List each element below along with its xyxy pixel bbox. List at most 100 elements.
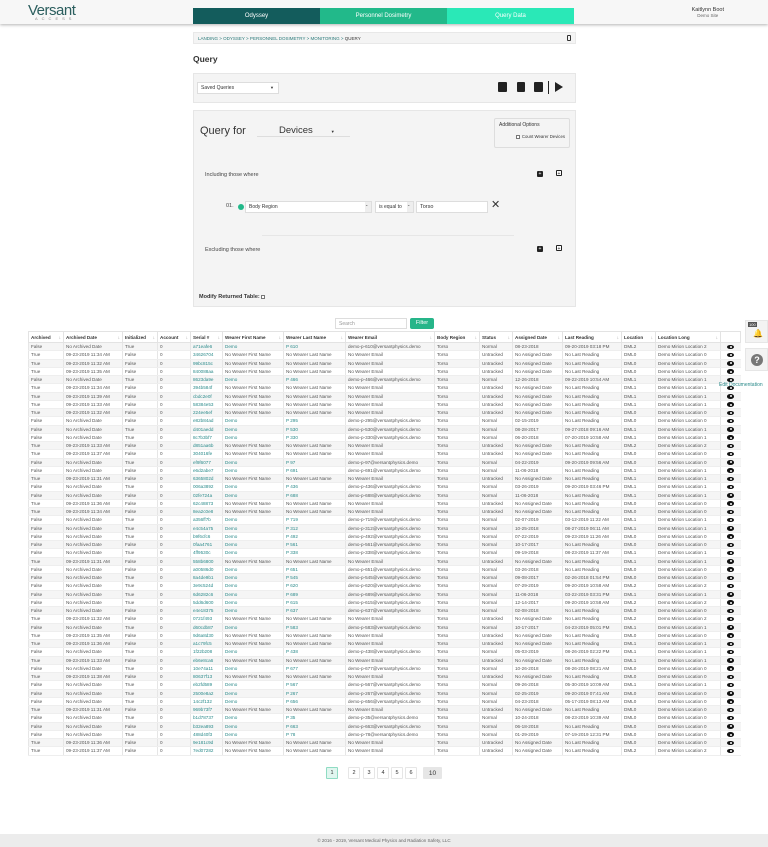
table-row[interactable]: False No Archived Date True 0 ef9f6077 Demo P …	[28, 458, 741, 467]
column-header[interactable]: Wearer First Name ↓	[222, 331, 284, 343]
page-10-button[interactable]: 10	[423, 767, 442, 779]
notifications-button[interactable]: 100 🔔	[745, 320, 768, 343]
cell-wearer-last-name[interactable]: P 651	[283, 565, 346, 575]
page-1-button[interactable]: 1	[326, 767, 338, 779]
cell-serial[interactable]: b32ea893	[190, 722, 223, 731]
cell-serial[interactable]: 99bc815c	[190, 359, 223, 368]
cell-serial[interactable]: e4c54a75	[190, 524, 223, 533]
versant-logo[interactable]: Versant ACCESS	[28, 2, 76, 21]
cell-wearer-first-name[interactable]: Demo	[222, 573, 284, 583]
cell-wearer-first-name[interactable]: Demo	[222, 647, 284, 657]
cell-serial[interactable]: 488d40f3	[190, 730, 223, 740]
cell-serial[interactable]: 8c7b3bf7	[190, 433, 223, 443]
page-2-button[interactable]: 2	[348, 767, 360, 779]
add-group-icon[interactable]: +	[556, 170, 562, 177]
table-row[interactable]: False No Archived Date False 0 e82b84ad Demo P…	[28, 416, 741, 426]
table-row[interactable]: True 09-23-2019 11:32 AM False 0 99bc815c No …	[28, 359, 741, 368]
table-row[interactable]: True 09-23-2019 11:39 AM False 0 cbdc2e0f No …	[28, 392, 741, 401]
table-row[interactable]: False No Archived Date True 0 d60cdb87 Demo P …	[28, 623, 741, 632]
save-icon[interactable]	[498, 82, 507, 92]
cell-wearer-last-name[interactable]: P 35	[283, 713, 346, 723]
cell-serial[interactable]: 62c48873	[190, 499, 223, 509]
cell-serial[interactable]: e6d2abe7	[190, 466, 223, 476]
eye-icon[interactable]	[727, 468, 735, 473]
cell-wearer-last-name[interactable]: P 438	[283, 647, 346, 657]
cell-wearer-last-name[interactable]: P 620	[283, 581, 346, 591]
eye-icon[interactable]	[727, 658, 735, 663]
cell-serial[interactable]: 02fe724a	[190, 491, 223, 500]
column-header[interactable]: Wearer Last Name ↓	[283, 331, 346, 343]
cell-wearer-first-name[interactable]: Demo	[222, 581, 284, 591]
condition-field-select[interactable]: Body Region ⌄	[245, 201, 372, 213]
cell-wearer-last-name[interactable]: P 688	[283, 491, 346, 500]
table-row[interactable]: True 09-23-2019 11:36 AM False 0 a1c79fc5 No …	[28, 639, 741, 649]
table-row[interactable]: True 09-23-2019 11:32 AM False 0 0721f493 No …	[28, 614, 741, 624]
cell-wearer-first-name[interactable]: Demo	[222, 697, 284, 707]
table-row[interactable]: False No Archived Date True 0 6d6282c6 Demo P …	[28, 590, 741, 599]
cell-wearer-last-name[interactable]: P 663	[283, 722, 346, 731]
cell-serial[interactable]: a356ff7b	[190, 515, 223, 525]
eye-icon[interactable]	[727, 592, 735, 597]
table-row[interactable]: True 09-23-2019 11:35 AM False 0 840088aa No …	[28, 367, 741, 377]
table-row[interactable]: True 09-23-2019 11:36 AM False 0 62c48873 No …	[28, 499, 741, 509]
cell-wearer-first-name[interactable]: Demo	[222, 548, 284, 558]
breadcrumb-path[interactable]: LANDING > ODYSSEY > PERSONNEL DOSIMETRY …	[198, 36, 345, 41]
cell-serial[interactable]: a00586d0	[190, 565, 223, 575]
eye-icon[interactable]	[727, 699, 735, 704]
cell-serial[interactable]: 9e181c9d	[190, 738, 223, 748]
column-header[interactable]: Account ↓	[157, 331, 191, 343]
eye-icon[interactable]	[727, 451, 735, 457]
cell-serial[interactable]: 0faa4761	[190, 540, 223, 550]
eye-icon[interactable]	[727, 460, 735, 465]
cell-serial[interactable]: 7ed07282	[190, 746, 223, 756]
column-header[interactable]	[720, 331, 741, 343]
play-icon[interactable]	[555, 82, 563, 92]
eye-icon[interactable]	[727, 493, 735, 498]
column-header[interactable]: Body Region ↓	[434, 331, 480, 343]
cell-serial[interactable]: a71eafe6	[190, 342, 223, 352]
table-row[interactable]: True 09-23-2019 11:33 AM False 0 d851aa6b No …	[28, 441, 741, 451]
entity-select[interactable]: Devices ▼	[257, 125, 350, 137]
cell-serial[interactable]: b9f6cfc6	[190, 532, 223, 542]
cell-wearer-first-name[interactable]: Demo	[222, 532, 284, 542]
cell-wearer-first-name[interactable]: Demo	[222, 540, 284, 550]
eye-icon[interactable]	[727, 715, 735, 721]
cell-serial[interactable]: d401aedd	[190, 425, 223, 434]
sort-icon[interactable]: ↓	[716, 335, 718, 340]
cell-serial[interactable]: 3e9c524d	[190, 581, 223, 591]
table-row[interactable]: False No Archived Date False 0 02fe724a Demo P…	[28, 491, 741, 500]
page-5-button[interactable]: 5	[391, 767, 403, 779]
column-header[interactable]: Status ↓	[479, 331, 513, 343]
sort-icon[interactable]: ↓	[153, 335, 155, 340]
page-4-button[interactable]: 4	[377, 767, 389, 779]
table-row[interactable]: True 09-23-2019 11:33 AM False 0 eb6e8ca6 No …	[28, 656, 741, 665]
table-row[interactable]: False No Archived Date False 0 e6d2abe7 Demo P…	[28, 466, 741, 476]
table-row[interactable]: True 09-23-2019 11:34 AM False 0 34626704 No …	[28, 350, 741, 360]
table-row[interactable]: True 09-23-2019 11:33 AM False 0 58384e53 No …	[28, 400, 741, 410]
nav-odyssey[interactable]: Odyssey	[193, 8, 320, 24]
search-input[interactable]: Search	[335, 318, 407, 329]
table-row[interactable]: False No Archived Date False 0 b32ea893 Demo P…	[28, 722, 741, 731]
trash-icon[interactable]	[517, 82, 525, 92]
eye-icon[interactable]	[727, 369, 735, 374]
cell-serial[interactable]: 8ea2c0e8	[190, 507, 223, 517]
table-row[interactable]: True 09-23-2019 11:32 AM False 0 224ee5ef No …	[28, 408, 741, 418]
cell-serial[interactable]: 558b6800	[190, 557, 223, 566]
sort-icon[interactable]: ↓	[279, 335, 281, 340]
cell-wearer-last-name[interactable]: P 567	[283, 680, 346, 690]
eye-icon[interactable]	[727, 600, 735, 605]
cell-serial[interactable]: 304016fe	[190, 449, 223, 459]
eye-icon[interactable]	[727, 641, 735, 647]
table-row[interactable]: False No Archived Date True 0 d401aedd Demo P …	[28, 425, 741, 434]
eye-icon[interactable]	[727, 352, 735, 358]
eye-icon[interactable]	[727, 608, 735, 614]
cell-serial[interactable]: 8a4de9b1	[190, 573, 223, 583]
cell-wearer-first-name[interactable]: Demo	[222, 482, 284, 492]
cell-wearer-first-name[interactable]: Demo	[222, 375, 284, 385]
table-row[interactable]: False No Archived Date True 0 14c2f132 Demo P …	[28, 697, 741, 707]
cell-wearer-first-name[interactable]: Demo	[222, 664, 284, 674]
cell-serial[interactable]: 006a3892	[190, 482, 223, 492]
cell-serial[interactable]: 394b584f	[190, 383, 223, 393]
cell-wearer-first-name[interactable]: Demo	[222, 590, 284, 599]
table-row[interactable]: True 09-23-2019 11:34 AM False 0 8ea2c0e8 No …	[28, 507, 741, 517]
